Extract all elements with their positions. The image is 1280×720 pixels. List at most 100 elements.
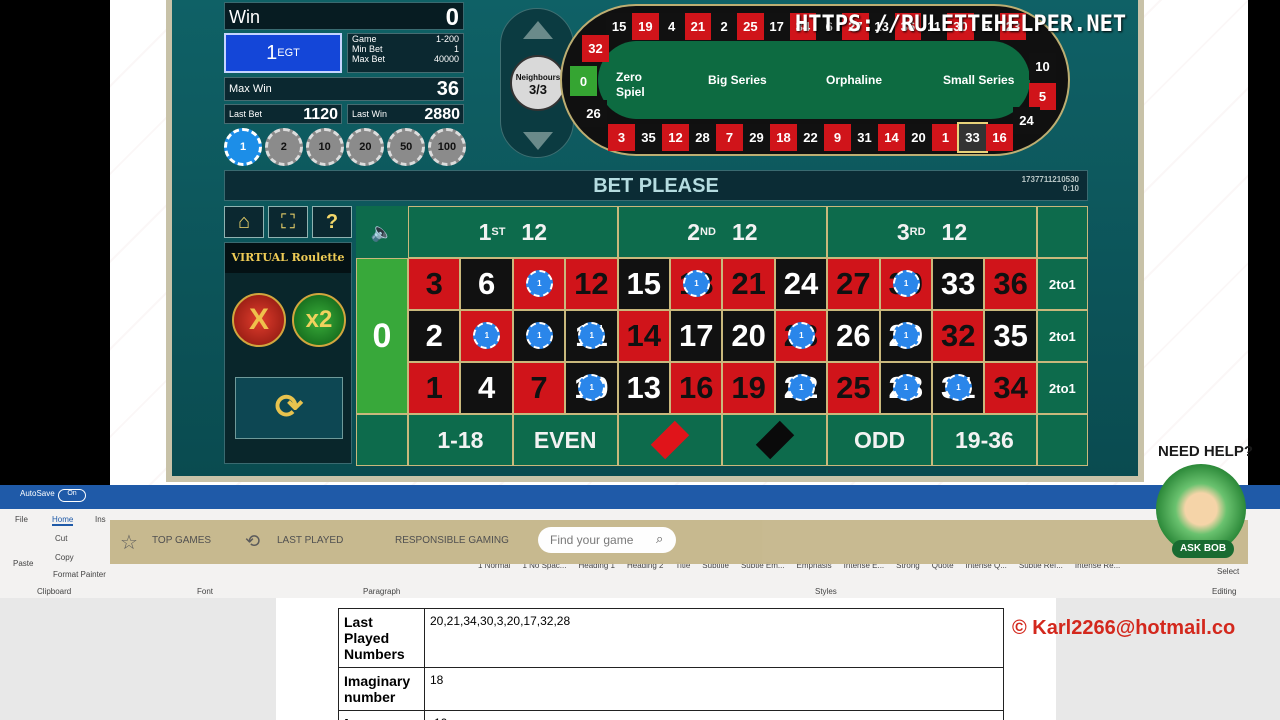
racetrack-number[interactable]: 4 [658, 13, 685, 40]
number-cell[interactable]: 32 [932, 310, 985, 362]
racetrack-number[interactable]: 0 [570, 66, 597, 96]
chip-1[interactable]: 1 [224, 128, 262, 166]
number-cell[interactable]: 7 [512, 362, 566, 414]
number-cell[interactable]: 24 [774, 258, 828, 310]
high-bet[interactable]: 19-36 [932, 414, 1037, 466]
orphaline-section[interactable]: Orphaline [826, 73, 882, 87]
tab-insert[interactable]: Ins [95, 515, 106, 524]
racetrack-number[interactable]: 18 [770, 124, 797, 151]
racetrack-number[interactable]: 31 [851, 124, 878, 151]
autosave-toggle[interactable]: On [58, 489, 86, 502]
number-cell[interactable]: 26 [827, 310, 880, 362]
clear-bets-button[interactable]: X [232, 293, 286, 347]
racetrack-number[interactable]: 22 [797, 124, 824, 151]
number-cell[interactable]: 34 [984, 362, 1037, 414]
racetrack-number[interactable]: 3 [608, 124, 635, 151]
number-cell[interactable]: 15 [617, 258, 670, 310]
select-button[interactable]: Select [1217, 567, 1239, 576]
number-cell[interactable]: 4 [460, 362, 513, 414]
racetrack-number[interactable]: 17 [763, 13, 790, 40]
cut-button[interactable]: Cut [55, 534, 67, 543]
tab-home[interactable]: Home [52, 515, 74, 526]
dozen-1-bet[interactable]: 1 ST 12 [408, 206, 618, 258]
number-cell[interactable]: 6 [460, 258, 513, 310]
racetrack-number[interactable]: 21 [684, 13, 711, 40]
number-cell[interactable]: 13 [617, 362, 670, 414]
red-bet[interactable] [617, 414, 723, 466]
tab-file[interactable]: File [15, 515, 28, 524]
number-cell[interactable]: 21 [722, 258, 775, 310]
chip-50[interactable]: 50 [387, 128, 426, 166]
racetrack-number[interactable]: 1 [932, 124, 959, 151]
help-icon[interactable]: ? [312, 206, 352, 238]
number-cell[interactable]: 14 [617, 310, 670, 362]
racetrack-number[interactable]: 9 [824, 124, 851, 151]
repeat-icon[interactable]: ⟳ [235, 377, 343, 439]
big-series-section[interactable]: Big Series [708, 73, 767, 87]
number-cell[interactable]: 16 [670, 362, 723, 414]
chip-10[interactable]: 10 [305, 128, 344, 166]
last-played-link[interactable]: LAST PLAYED [277, 535, 343, 546]
number-cell[interactable]: 36 [984, 258, 1037, 310]
neighbours-value: Neighbours 3/3 [510, 55, 566, 111]
racetrack-number[interactable]: 25 [737, 13, 764, 40]
number-cell[interactable]: 17 [670, 310, 723, 362]
racetrack-number[interactable]: 15 [606, 13, 633, 40]
racetrack-number[interactable]: 10 [1029, 53, 1056, 80]
racetrack-number[interactable]: 28 [689, 124, 716, 151]
small-series-section[interactable]: Small Series [943, 73, 1014, 87]
zero-spiel-section[interactable]: Zero Spiel [616, 70, 656, 100]
black-bet[interactable] [722, 414, 828, 466]
mute-icon[interactable]: 🔈 [356, 206, 408, 258]
column-bet[interactable]: 2to1 [1036, 258, 1088, 310]
racetrack-number[interactable]: 35 [635, 124, 662, 151]
number-cell[interactable]: 1 [408, 362, 461, 414]
odd-bet[interactable]: ODD [827, 414, 932, 466]
number-cell[interactable]: 19 [722, 362, 775, 414]
number-cell[interactable]: 12 [565, 258, 618, 310]
racetrack-number[interactable]: 12 [662, 124, 689, 151]
double-bets-button[interactable]: x2 [292, 293, 346, 347]
racetrack-number[interactable]: 33 [957, 122, 988, 153]
chip-20[interactable]: 20 [346, 128, 385, 166]
copy-button[interactable]: Copy [55, 553, 74, 562]
low-bet[interactable]: 1-18 [408, 414, 513, 466]
column-bet[interactable]: 2to1 [1036, 310, 1088, 362]
number-cell[interactable]: 25 [827, 362, 880, 414]
number-cell[interactable]: 20 [722, 310, 775, 362]
number-cell[interactable]: 2 [408, 310, 461, 362]
fullscreen-icon[interactable]: ⛶ [268, 206, 308, 238]
racetrack-number[interactable]: 7 [716, 124, 743, 151]
paste-button[interactable]: Paste [13, 559, 33, 568]
top-games-link[interactable]: TOP GAMES [152, 535, 211, 546]
number-cell[interactable]: 33 [932, 258, 985, 310]
column-bet[interactable]: 2to1 [1036, 362, 1088, 414]
racetrack-number[interactable]: 14 [878, 124, 905, 151]
racetrack-number[interactable]: 19 [632, 13, 659, 40]
dozen-2-bet[interactable]: 2 ND 12 [617, 206, 828, 258]
format-painter-button[interactable]: Format Painter [53, 570, 106, 579]
racetrack-number[interactable]: 32 [582, 35, 609, 62]
number-cell[interactable]: 35 [984, 310, 1037, 362]
neighbours-up-icon[interactable] [523, 21, 553, 39]
search-icon[interactable]: ⌕ [656, 531, 663, 547]
racetrack-number[interactable]: 26 [580, 100, 607, 127]
racetrack-number[interactable]: 20 [905, 124, 932, 151]
home-icon[interactable]: ⌂ [224, 206, 264, 238]
number-cell[interactable]: 27 [827, 258, 880, 310]
racetrack-number[interactable]: 5 [1029, 83, 1056, 110]
racetrack-number[interactable]: 24 [1013, 107, 1040, 134]
chip-2[interactable]: 2 [264, 128, 303, 166]
chip-100[interactable]: 100 [427, 128, 466, 166]
racetrack-number[interactable]: 29 [743, 124, 770, 151]
even-bet[interactable]: EVEN [512, 414, 618, 466]
neighbours-down-icon[interactable] [523, 132, 553, 150]
number-cell[interactable]: 3 [408, 258, 461, 310]
ask-bob-button[interactable]: ASK BOB [1172, 540, 1234, 558]
dozen-3-bet[interactable]: 3 RD 12 [827, 206, 1037, 258]
racetrack-number[interactable]: 16 [986, 124, 1013, 151]
bet-amount-button[interactable]: 1 EGT [224, 33, 342, 73]
zero-cell[interactable]: 0 [356, 258, 408, 414]
racetrack-number[interactable]: 2 [711, 13, 738, 40]
responsible-gaming-link[interactable]: RESPONSIBLE GAMING [395, 535, 509, 546]
